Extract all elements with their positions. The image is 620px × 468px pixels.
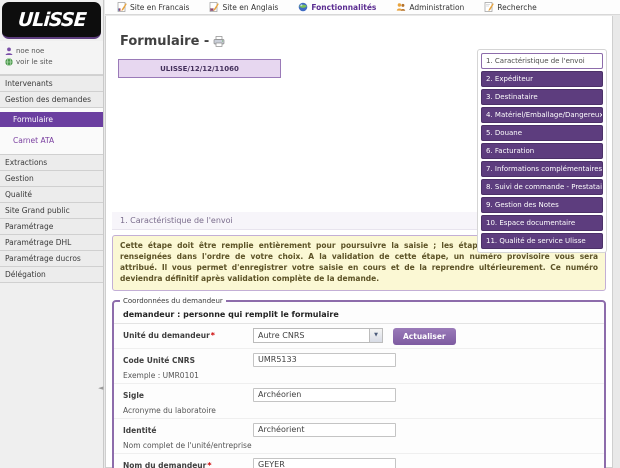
steps-panel: 1. Caractéristique de l'envoi 2. Expédit… (477, 49, 607, 253)
form-section-subtitle: demandeur : personne qui remplit le form… (114, 305, 604, 324)
sidebar-item-carnet-ata[interactable]: Carnet ATA (0, 133, 103, 148)
actualiser-button[interactable]: Actualiser (393, 327, 456, 345)
step-5[interactable]: 5. Douane (481, 125, 603, 141)
nav-site-fr[interactable]: Site en Francais (117, 2, 189, 12)
nav-administration[interactable]: Administration (396, 2, 464, 12)
nav-fonctionnalites-label: Fonctionnalités (311, 2, 377, 12)
page-title-text: Formulaire - (120, 34, 210, 49)
sidebar-collapse-handle[interactable]: ◄ (98, 384, 103, 392)
code-unite-label: Code Unité CNRS (123, 355, 195, 365)
identite-label: Identité (123, 425, 157, 435)
applicant-fieldset: Coordonnées du demandeur demandeur : per… (112, 296, 606, 468)
sigle-input[interactable] (253, 387, 396, 402)
sidebar-item-parametrage[interactable]: Paramétrage (0, 218, 103, 234)
unite-select-value: Autre CNRS (258, 330, 305, 340)
user-name: noe noe (16, 47, 45, 55)
step-3[interactable]: 3. Destinataire (481, 89, 603, 105)
field-row-nom: Nom du demandeur* (114, 454, 604, 468)
nav-administration-label: Administration (409, 2, 465, 12)
print-icon[interactable] (213, 36, 225, 47)
step-9[interactable]: 9. Gestion des Notes (481, 197, 603, 213)
nav-site-en-label: Site en Anglais (222, 2, 279, 12)
sidebar-item-site-grand-public[interactable]: Site Grand public (0, 202, 103, 218)
nav-recherche-label: Recherche (497, 2, 537, 12)
sidebar-item-delegation[interactable]: Délégation (0, 266, 103, 283)
site-fr-icon (117, 2, 127, 12)
nav-recherche[interactable]: Recherche (484, 2, 537, 12)
search-icon (484, 2, 494, 12)
field-row-identite: Identité Nom complet de l'unité/entrepri… (114, 419, 604, 454)
user-block: noe noe voir le site (0, 41, 103, 75)
field-row-code-unite: Code Unité CNRS Exemple : UMR0101 (114, 349, 604, 384)
fieldset-legend: Coordonnées du demandeur (123, 296, 223, 305)
top-nav: Site en Francais Site en Anglais Fonctio… (105, 0, 620, 15)
sidebar-item-gestion-des-demandes[interactable]: Gestion des demandes (0, 91, 103, 107)
required-marker: * (210, 330, 215, 340)
app-logo-text: ULiSSE (16, 8, 87, 31)
step-2[interactable]: 2. Expéditeur (481, 71, 603, 87)
identite-input[interactable] (253, 422, 396, 437)
form-reference-badge: ULISSE/12/12/11060 (118, 59, 281, 78)
sidebar-submenu: Formulaire Carnet ATA (0, 107, 103, 154)
admin-users-icon (397, 3, 406, 11)
required-marker: * (207, 460, 212, 468)
field-row-unite: Unité du demandeur* Autre CNRS ▼ Actuali… (114, 324, 604, 349)
features-globe-icon (299, 2, 308, 12)
sidebar-item-parametrage-dhl[interactable]: Paramétrage DHL (0, 234, 103, 250)
sigle-label: Sigle (123, 390, 144, 400)
view-site-label: voir le site (16, 58, 53, 66)
nom-label: Nom du demandeur (123, 460, 207, 468)
site-en-icon (210, 2, 220, 12)
app-logo[interactable]: ULiSSE (2, 2, 101, 39)
main-panel: Formulaire - ULISSE/12/12/11060 1. Carac… (105, 16, 613, 468)
user-profile-link[interactable]: noe noe (5, 47, 98, 55)
nav-site-fr-label: Site en Francais (130, 2, 190, 12)
sidebar-item-intervenants[interactable]: Intervenants (0, 75, 103, 91)
step-8[interactable]: 8. Suivi de commande - Prestataire (481, 179, 603, 195)
sidebar-item-formulaire[interactable]: Formulaire (0, 112, 103, 127)
nav-fonctionnalites[interactable]: Fonctionnalités (298, 2, 376, 12)
step-11[interactable]: 11. Qualité de service Ulisse (481, 233, 603, 249)
view-site-link[interactable]: voir le site (5, 58, 98, 66)
sidebar-item-qualite[interactable]: Qualité (0, 186, 103, 202)
sidebar: ULiSSE noe noe voir le site Intervenants… (0, 0, 104, 468)
sidebar-item-gestion[interactable]: Gestion (0, 170, 103, 186)
sigle-helper: Acronyme du laboratoire (123, 405, 216, 415)
chevron-down-icon: ▼ (369, 328, 382, 342)
page-title: Formulaire - (120, 34, 612, 49)
sidebar-item-extractions[interactable]: Extractions (0, 154, 103, 170)
globe-icon (5, 58, 13, 66)
user-icon (5, 47, 13, 55)
code-unite-input[interactable] (253, 352, 396, 367)
nom-input[interactable] (253, 457, 396, 468)
unite-select[interactable]: Autre CNRS ▼ (253, 327, 383, 343)
step-4[interactable]: 4. Matériel/Emballage/Dangereux (481, 107, 603, 123)
step-7[interactable]: 7. Informations complémentaires (481, 161, 603, 177)
identite-helper: Nom complet de l'unité/entreprise (123, 440, 252, 450)
form-reference-text: ULISSE/12/12/11060 (160, 64, 239, 73)
step-6[interactable]: 6. Facturation (481, 143, 603, 159)
field-row-sigle: Sigle Acronyme du laboratoire (114, 384, 604, 419)
sidebar-item-parametrage-ducros[interactable]: Paramétrage ducros (0, 250, 103, 266)
nav-site-en[interactable]: Site en Anglais (209, 2, 278, 12)
step-1[interactable]: 1. Caractéristique de l'envoi (481, 53, 603, 69)
unite-label: Unité du demandeur (123, 330, 210, 340)
step-10[interactable]: 10. Espace documentaire (481, 215, 603, 231)
code-unite-helper: Exemple : UMR0101 (123, 370, 199, 380)
